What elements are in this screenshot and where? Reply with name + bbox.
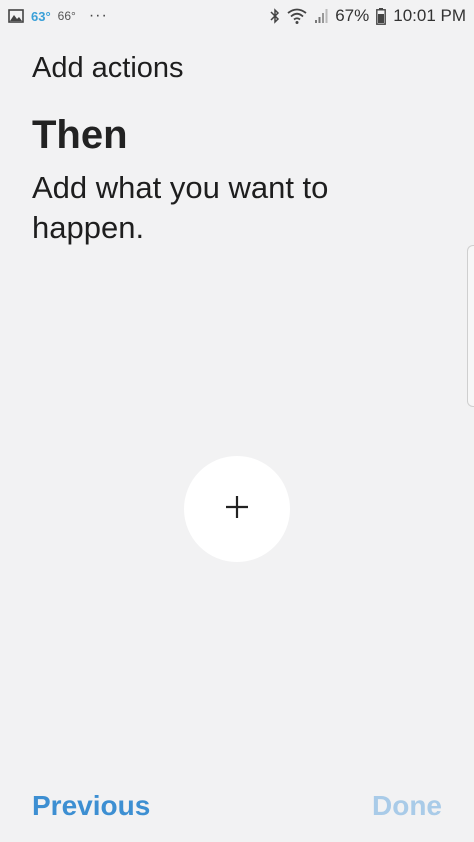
edge-panel-handle[interactable] xyxy=(467,245,474,407)
add-action-button[interactable] xyxy=(184,456,290,562)
battery-icon xyxy=(376,7,387,25)
more-notifications-indicator: ··· xyxy=(88,7,108,24)
done-button[interactable]: Done xyxy=(372,790,442,822)
bluetooth-icon xyxy=(270,8,280,24)
battery-percentage: 67% xyxy=(335,6,370,25)
temperature-secondary: 66° xyxy=(57,9,76,23)
status-left: 63° 66° ··· xyxy=(8,8,108,24)
status-right: 67% 10:01 PM xyxy=(270,6,466,26)
clock: 10:01 PM xyxy=(393,6,466,25)
image-icon xyxy=(8,9,24,23)
section-title: Then xyxy=(32,113,128,157)
temperature-current: 63° xyxy=(31,8,51,24)
wifi-icon xyxy=(287,8,307,24)
page-title: Add actions xyxy=(32,52,184,84)
section-description: Add what you want to happen. xyxy=(32,170,329,245)
signal-icon xyxy=(314,8,328,24)
plus-icon xyxy=(224,494,250,525)
status-bar: 63° 66° ··· 67% 10:01 PM xyxy=(0,0,474,32)
previous-button[interactable]: Previous xyxy=(32,790,150,822)
